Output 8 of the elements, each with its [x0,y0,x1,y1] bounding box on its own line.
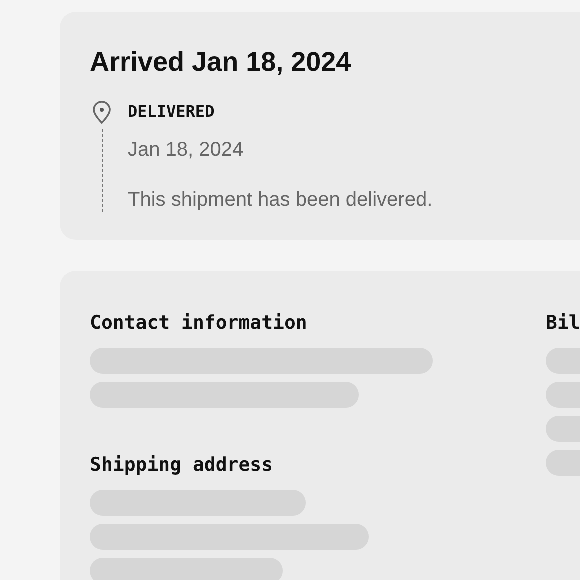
status-label: DELIVERED [128,101,216,123]
section-heading: Shipping address [90,453,274,477]
location-pin-icon [92,101,112,125]
section-heading: Contact information [90,311,308,335]
section-heading: Bil [546,311,580,335]
event-description: This shipment has been delivered. [128,188,433,212]
shipment-title: Arrived Jan 18, 2024 [90,46,352,78]
event-date: Jan 18, 2024 [128,138,245,162]
